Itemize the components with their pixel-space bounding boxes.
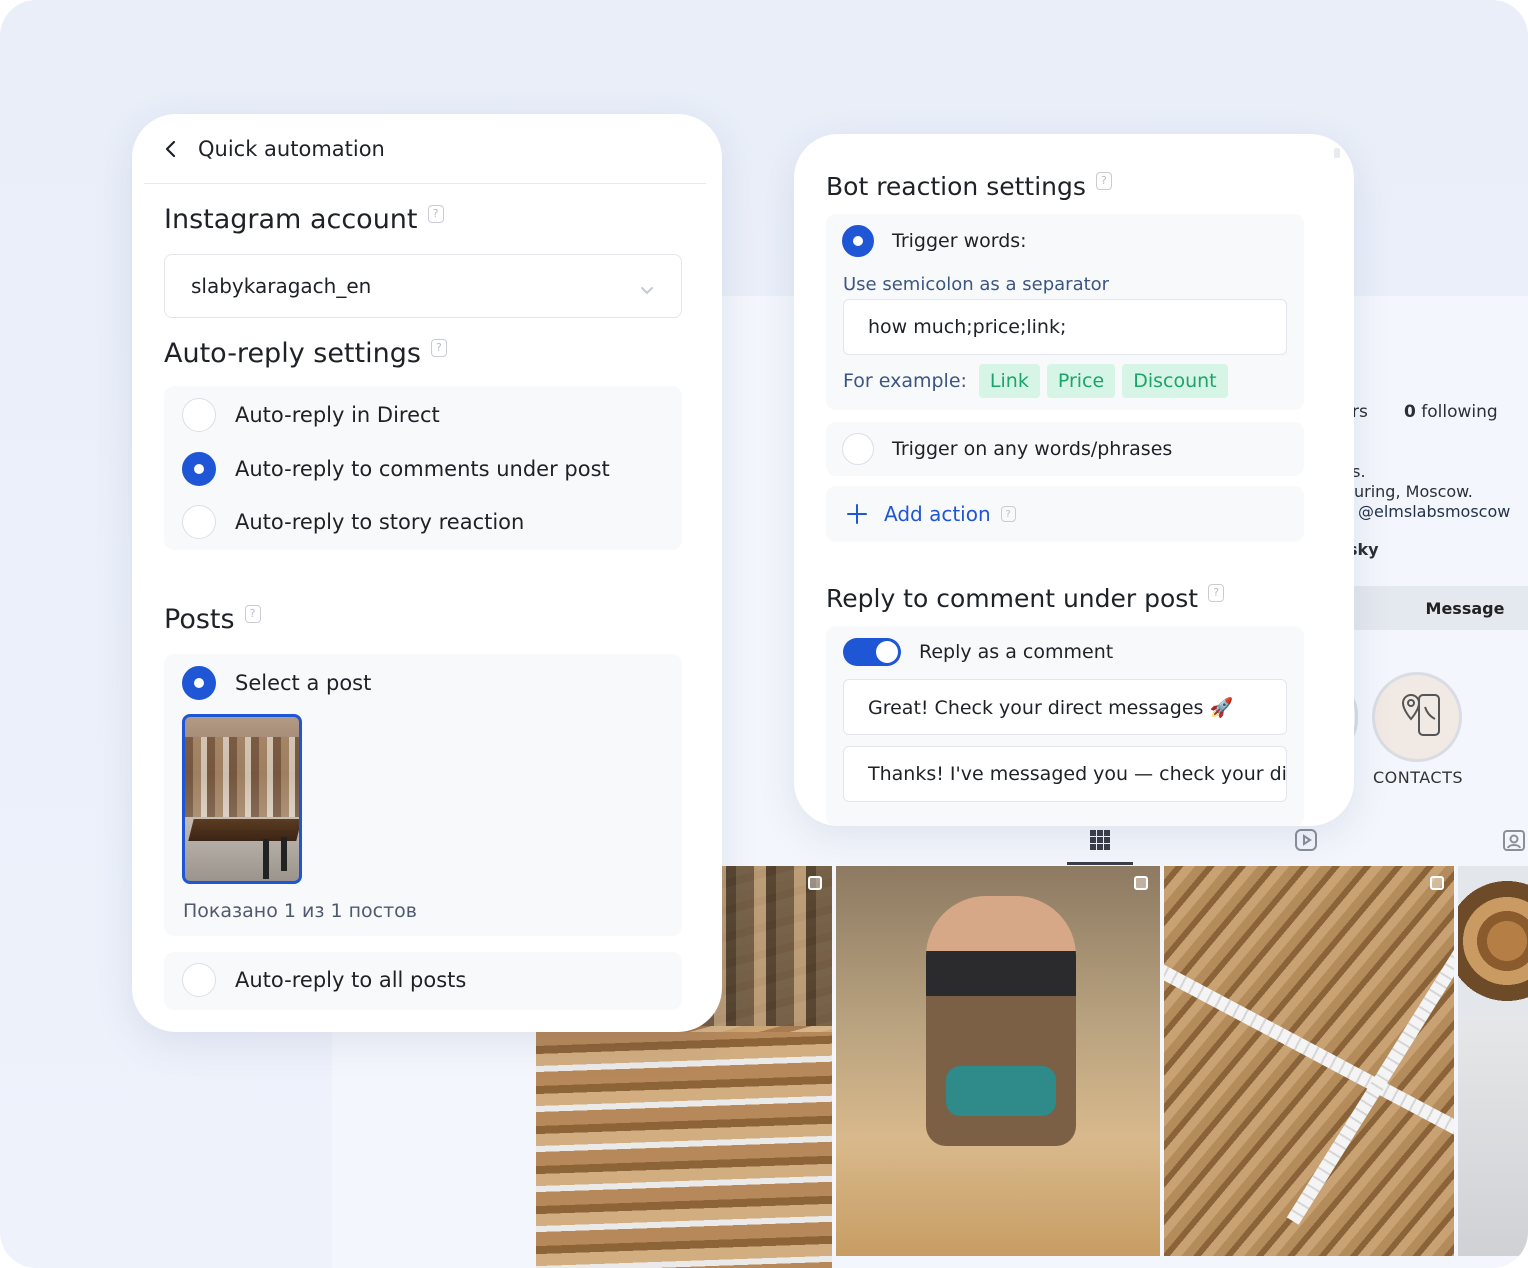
option-label: Auto-reply to all posts	[235, 968, 467, 992]
add-action-button[interactable]: Add action ?	[846, 502, 1016, 526]
quick-automation-card: Quick automation Instagram account ? sla…	[132, 114, 722, 1032]
example-row: For example: Link Price Discount	[843, 364, 1235, 398]
auto-reply-title-text: Auto-reply settings	[164, 338, 421, 369]
trigger-words-input[interactable]: how much;price;link;	[843, 299, 1287, 355]
posts-section-title: Posts ?	[164, 604, 261, 635]
table-leg-shape	[263, 839, 269, 879]
active-tab-indicator	[1067, 862, 1133, 865]
reply-as-comment-toggle[interactable]	[843, 638, 901, 666]
planer-shape	[946, 1066, 1056, 1116]
radio-button-selected[interactable]	[842, 225, 874, 257]
post-tile-slabs-lower	[536, 1032, 832, 1268]
option-auto-reply-comments[interactable]: Auto-reply to comments under post	[182, 452, 610, 486]
grid-tab-icon[interactable]	[1088, 828, 1114, 854]
following-count: 0 following	[1404, 402, 1498, 422]
post-thumbnail[interactable]	[182, 714, 302, 884]
multi-photo-icon	[808, 876, 822, 890]
option-label: Trigger words:	[892, 230, 1027, 252]
option-auto-reply-direct[interactable]: Auto-reply in Direct	[182, 398, 440, 432]
shown-count: Показано 1 из 1 постов	[183, 900, 417, 922]
reply-text-input-2[interactable]: Thanks! I've messaged you — check your d…	[843, 746, 1287, 802]
post-tile-measuring[interactable]	[1164, 866, 1454, 1256]
multi-photo-icon	[1430, 876, 1444, 890]
location-phone-icon	[1401, 694, 1440, 736]
radio-button-selected[interactable]	[182, 452, 216, 486]
account-selected-value: slabykaragach_en	[191, 274, 372, 298]
reply-comment-title: Reply to comment under post ?	[826, 583, 1225, 613]
post-tile-round-slab[interactable]	[1458, 866, 1528, 1016]
following-number: 0	[1404, 402, 1416, 422]
tagged-tab-icon[interactable]	[1502, 828, 1528, 854]
help-icon[interactable]: ?	[1208, 583, 1225, 602]
multi-photo-icon	[1134, 876, 1148, 890]
add-action-label: Add action	[884, 502, 991, 526]
bio-line-2: uring, Moscow.	[1354, 482, 1473, 501]
reply-text-input-1[interactable]: Great! Check your direct messages 🚀	[843, 679, 1287, 735]
help-icon[interactable]: ?	[244, 604, 261, 623]
posts-title-text: Posts	[164, 604, 235, 635]
option-label: Auto-reply to comments under post	[235, 457, 610, 481]
account-select[interactable]: slabykaragach_en	[164, 254, 682, 318]
bot-reaction-title: Bot reaction settings ?	[826, 171, 1112, 201]
option-trigger-words[interactable]: Trigger words:	[842, 225, 1027, 257]
account-section-title: Instagram account ?	[164, 204, 444, 235]
chevron-left-icon[interactable]	[164, 139, 184, 159]
table-leg-shape	[281, 837, 287, 871]
contacts-label: CONTACTS	[1373, 768, 1464, 787]
radio-button[interactable]	[182, 398, 216, 432]
help-icon[interactable]: ?	[1000, 506, 1016, 522]
header-bar: Quick automation	[144, 114, 706, 184]
contacts-highlight[interactable]	[1372, 672, 1462, 762]
post-tile-craftsman[interactable]	[836, 866, 1160, 1256]
option-label: Trigger on any words/phrases	[892, 438, 1173, 460]
post-tile-interior[interactable]	[1458, 1016, 1528, 1256]
option-auto-reply-story[interactable]: Auto-reply to story reaction	[182, 505, 524, 539]
example-chip-link[interactable]: Link	[978, 364, 1040, 398]
scrollbar-thumb[interactable]	[1334, 148, 1340, 158]
toggle-label: Reply as a comment	[919, 641, 1114, 663]
example-chip-price[interactable]: Price	[1046, 364, 1116, 398]
help-icon[interactable]: ?	[427, 204, 444, 223]
reels-tab-icon[interactable]	[1294, 828, 1320, 854]
example-chip-discount[interactable]: Discount	[1122, 364, 1228, 398]
canvas: rs 0 following ps. uring, Moscow. @elmsl…	[0, 0, 1528, 1268]
auto-reply-section-title: Auto-reply settings ?	[164, 338, 447, 369]
radio-button[interactable]	[182, 963, 216, 997]
radio-button-selected[interactable]	[182, 666, 216, 700]
page-title: Quick automation	[198, 136, 385, 161]
radio-button[interactable]	[182, 505, 216, 539]
option-label: Auto-reply in Direct	[235, 403, 440, 427]
plus-icon	[847, 504, 867, 524]
help-icon[interactable]: ?	[1095, 171, 1112, 190]
tape-shape	[1164, 958, 1454, 1168]
chevron-down-icon	[639, 279, 655, 295]
bio-link[interactable]: @elmslabsmoscow	[1358, 502, 1510, 521]
reply-comment-title-text: Reply to comment under post	[826, 584, 1199, 613]
message-button[interactable]: Message	[1352, 586, 1528, 630]
following-label: following	[1421, 402, 1498, 422]
shelf-shape	[185, 737, 299, 817]
followers-suffix: rs	[1352, 402, 1368, 422]
bot-reaction-title-text: Bot reaction settings	[826, 172, 1086, 201]
bot-reaction-card: Bot reaction settings ? Trigger words: U…	[794, 134, 1354, 826]
option-select-post[interactable]: Select a post	[182, 666, 371, 700]
separator-hint: Use semicolon as a separator	[843, 274, 1110, 295]
account-title-text: Instagram account	[164, 204, 418, 235]
option-label: Auto-reply to story reaction	[235, 510, 525, 534]
help-icon[interactable]: ?	[430, 338, 447, 357]
example-label: For example:	[843, 370, 967, 392]
option-any-words[interactable]: Trigger on any words/phrases	[842, 433, 1172, 465]
option-all-posts[interactable]: Auto-reply to all posts	[182, 963, 466, 997]
radio-button[interactable]	[842, 433, 874, 465]
reply-as-comment-row[interactable]: Reply as a comment	[843, 638, 1113, 666]
option-label: Select a post	[235, 671, 372, 695]
